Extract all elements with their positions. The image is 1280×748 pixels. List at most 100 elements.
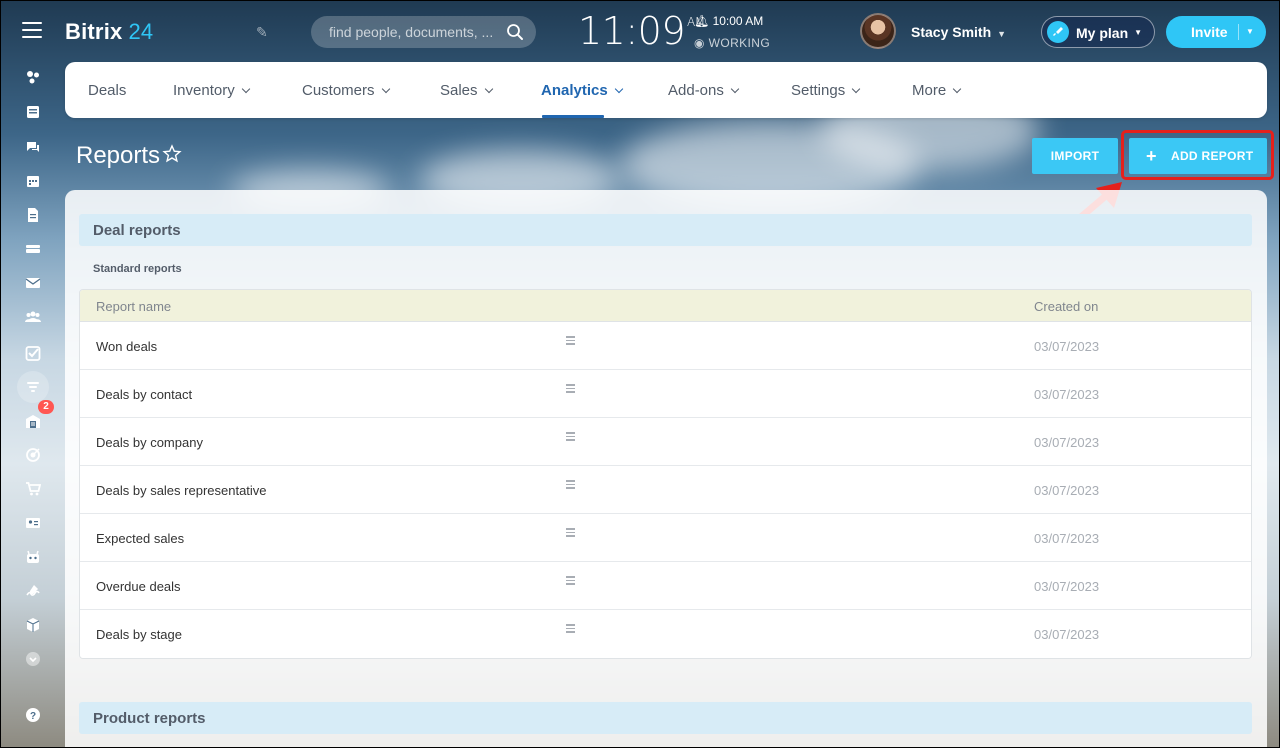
tab-label: More xyxy=(912,82,947,99)
more-chevron-icon[interactable] xyxy=(22,648,44,670)
table-row: Overdue deals 03/07/2023 xyxy=(80,562,1251,610)
work-status-label: WORKING xyxy=(708,36,771,50)
report-name-link[interactable]: Won deals xyxy=(96,339,157,354)
row-menu-icon[interactable] xyxy=(566,432,580,446)
report-name-link[interactable]: Deals by company xyxy=(96,435,203,450)
cart-icon[interactable] xyxy=(22,478,44,500)
alarm[interactable]: 🔔︎ 10:00 AM xyxy=(694,14,763,28)
drive-icon[interactable] xyxy=(22,238,44,260)
row-menu-icon[interactable] xyxy=(566,336,580,350)
caret-down-icon[interactable]: ▼ xyxy=(1246,27,1254,36)
section-title: Deal reports xyxy=(93,222,181,239)
feed-icon[interactable] xyxy=(22,66,44,88)
top-bar: Bitrix24 ✎ 11:09AM 🔔︎ 10:00 AM ◉ WORKING… xyxy=(0,0,1280,62)
tab-label: Settings xyxy=(791,82,846,99)
created-date: 03/07/2023 xyxy=(1034,579,1100,594)
signature-icon[interactable] xyxy=(22,580,44,602)
divider xyxy=(1238,24,1239,40)
tab-label: Sales xyxy=(440,82,478,99)
created-date: 03/07/2023 xyxy=(1034,627,1100,642)
my-plan-button[interactable]: My plan ▼ xyxy=(1041,16,1155,48)
created-date: 03/07/2023 xyxy=(1034,483,1100,498)
row-menu-icon[interactable] xyxy=(566,528,580,542)
column-created-on[interactable]: Created on xyxy=(1034,299,1098,314)
target-icon[interactable] xyxy=(22,444,44,466)
report-name-link[interactable]: Deals by stage xyxy=(96,627,182,642)
search-icon[interactable] xyxy=(506,23,524,41)
tab-label: Add-ons xyxy=(668,82,724,99)
tasks-list-icon[interactable] xyxy=(22,101,44,123)
tab-more[interactable]: More xyxy=(912,82,962,99)
avatar[interactable] xyxy=(860,13,896,49)
menu-icon[interactable] xyxy=(22,22,42,38)
table-row: Deals by stage 03/07/2023 xyxy=(80,610,1251,658)
tab-deals[interactable]: Deals xyxy=(88,82,126,99)
column-report-name[interactable]: Report name xyxy=(96,299,171,314)
row-menu-icon[interactable] xyxy=(566,576,580,590)
invite-label: Invite xyxy=(1191,24,1228,40)
chevron-down-icon xyxy=(484,84,493,94)
logo[interactable]: Bitrix 24 xyxy=(65,19,153,45)
employees-icon[interactable] xyxy=(22,306,44,328)
bell-icon: 🔔︎ xyxy=(694,14,713,28)
chevron-down-icon xyxy=(381,84,390,94)
tab-settings[interactable]: Settings xyxy=(791,82,861,99)
row-menu-icon[interactable] xyxy=(566,480,580,494)
section-title: Product reports xyxy=(93,710,206,727)
plus-icon: + xyxy=(1146,146,1157,166)
edit-logo-icon[interactable]: ✎ xyxy=(256,24,268,41)
task-checklist-icon[interactable] xyxy=(22,342,44,364)
standard-reports-label: Standard reports xyxy=(93,263,182,275)
rocket-icon xyxy=(1047,21,1069,43)
user-menu[interactable]: Stacy Smith ▼ xyxy=(911,24,1006,40)
report-name-link[interactable]: Deals by sales representative xyxy=(96,483,267,498)
clock[interactable]: 11:09 AM xyxy=(578,9,705,53)
box-icon[interactable] xyxy=(22,614,44,636)
tab-analytics[interactable]: Analytics xyxy=(541,82,623,99)
logo-number: 24 xyxy=(128,19,154,44)
status-dot-icon: ◉ xyxy=(694,36,709,50)
star-icon[interactable] xyxy=(162,144,182,164)
tab-inventory[interactable]: Inventory xyxy=(173,82,250,99)
report-name-link[interactable]: Overdue deals xyxy=(96,579,181,594)
created-date: 03/07/2023 xyxy=(1034,339,1100,354)
inventory-icon[interactable] xyxy=(22,410,44,432)
mail-icon[interactable] xyxy=(22,272,44,294)
chevron-down-icon xyxy=(851,84,861,94)
help-icon[interactable]: ? xyxy=(22,704,44,726)
import-button[interactable]: IMPORT xyxy=(1032,138,1118,174)
created-date: 03/07/2023 xyxy=(1034,387,1100,402)
report-name-link[interactable]: Deals by contact xyxy=(96,387,192,402)
search-input[interactable] xyxy=(311,16,501,48)
tab-label: Deals xyxy=(88,82,127,99)
invite-button[interactable]: Invite ▼ xyxy=(1166,16,1266,48)
tab-add-ons[interactable]: Add-ons xyxy=(668,82,740,99)
contact-card-icon[interactable] xyxy=(22,512,44,534)
tab-label: Analytics xyxy=(541,82,608,99)
created-date: 03/07/2023 xyxy=(1034,435,1100,450)
chevron-down-icon xyxy=(241,84,250,94)
deal-reports-header: Deal reports xyxy=(79,214,1252,246)
active-tab-indicator xyxy=(542,115,604,118)
alarm-time: 10:00 AM xyxy=(712,14,764,28)
top-navigation: Deals Inventory Customers Sales Analytic… xyxy=(65,62,1267,118)
product-reports-header: Product reports xyxy=(79,702,1252,734)
tab-customers[interactable]: Customers xyxy=(302,82,390,99)
calendar-icon[interactable] xyxy=(22,170,44,192)
chat-icon[interactable] xyxy=(22,136,44,158)
work-status[interactable]: ◉ WORKING xyxy=(694,36,770,50)
caret-down-icon: ▼ xyxy=(1134,28,1142,37)
chevron-down-icon xyxy=(952,84,962,94)
report-name-link[interactable]: Expected sales xyxy=(96,531,184,546)
robot-icon[interactable] xyxy=(22,546,44,568)
tab-sales[interactable]: Sales xyxy=(440,82,493,99)
row-menu-icon[interactable] xyxy=(566,384,580,398)
row-menu-icon[interactable] xyxy=(566,624,580,638)
page-title: Reports xyxy=(76,142,161,169)
document-icon[interactable] xyxy=(22,204,44,226)
add-report-button[interactable]: + ADD REPORT xyxy=(1129,138,1267,174)
table-row: Deals by contact 03/07/2023 xyxy=(80,370,1251,418)
table-row: Won deals 03/07/2023 xyxy=(80,322,1251,370)
crm-funnel-icon[interactable] xyxy=(17,371,49,403)
caret-down-icon: ▼ xyxy=(997,29,1007,39)
